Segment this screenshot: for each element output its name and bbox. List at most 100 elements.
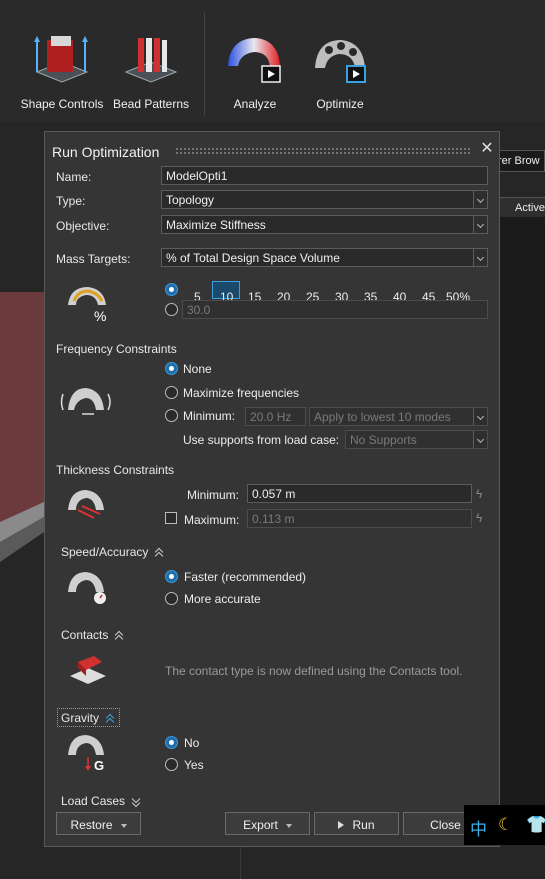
supports-value: No Supports: [350, 433, 417, 447]
load-cases-section-header[interactable]: Load Cases: [61, 794, 141, 808]
thickness-maximum-checkbox[interactable]: [165, 512, 177, 524]
speed-section-header[interactable]: Speed/Accuracy: [61, 545, 164, 559]
chevron-down-icon[interactable]: [473, 191, 487, 208]
gravity-yes-radio[interactable]: [165, 758, 178, 771]
type-label: Type:: [56, 194, 86, 208]
speed-faster-radio[interactable]: [165, 570, 178, 583]
frequency-section-header: Frequency Constraints: [56, 342, 177, 356]
restore-button-label: Restore: [70, 818, 113, 832]
mass-target-icon: %: [68, 287, 106, 324]
gravity-section-label: Gravity: [61, 711, 100, 725]
thickness-maximum-input[interactable]: 0.113 m: [247, 509, 472, 528]
analyze-tool[interactable]: Analyze: [209, 28, 301, 111]
chevron-up-icon[interactable]: [105, 713, 115, 723]
thickness-icon: [68, 490, 104, 519]
browser-column-active[interactable]: Active: [500, 197, 545, 217]
frequency-maximize-radio[interactable]: [165, 386, 178, 399]
frequency-modes-value: Apply to lowest 10 modes: [314, 410, 451, 424]
speed-accurate-label: More accurate: [184, 592, 261, 606]
play-icon: [338, 821, 345, 829]
shape-controls-icon: [34, 36, 89, 83]
speed-section-label: Speed/Accuracy: [61, 545, 149, 559]
gravity-icon: G: [68, 735, 104, 773]
ribbon-toolbar: Shape Controls Bead Patterns Analyze Opt…: [0, 0, 545, 122]
chevron-down-icon[interactable]: [473, 431, 487, 448]
caret-down-icon: [120, 823, 127, 828]
frequency-minimum-radio[interactable]: [165, 409, 178, 422]
ime-language-icon[interactable]: 中: [470, 815, 487, 840]
shape-controls-label: Shape Controls: [20, 97, 104, 111]
bead-patterns-label: Bead Patterns: [112, 97, 190, 111]
frequency-none-label: None: [183, 362, 212, 376]
optimize-tool[interactable]: Optimize: [294, 28, 386, 111]
name-input[interactable]: ModelOpti1: [161, 166, 488, 185]
export-button-label: Export: [243, 818, 278, 832]
browser-tab[interactable]: rer Brow: [495, 150, 545, 172]
lightning-icon[interactable]: ϟ: [476, 487, 482, 501]
optimize-icon: [315, 40, 366, 83]
gravity-section-header[interactable]: Gravity: [61, 711, 115, 725]
frequency-icon: [60, 388, 111, 415]
caret-down-icon: [285, 823, 292, 828]
supports-label: Use supports from load case:: [183, 433, 340, 447]
viewport-divider: [240, 842, 241, 879]
close-button-label: Close: [430, 818, 461, 832]
lightning-icon[interactable]: ϟ: [476, 511, 482, 525]
frequency-minimum-input[interactable]: 20.0 Hz: [245, 407, 306, 426]
ime-toolbar: 中 ☾ 👕: [464, 805, 545, 845]
contacts-note: The contact type is now defined using th…: [165, 664, 463, 678]
load-cases-section-label: Load Cases: [61, 794, 126, 808]
mass-custom-radio[interactable]: [165, 303, 178, 316]
contacts-section-header[interactable]: Contacts: [61, 628, 124, 642]
speed-accuracy-icon: [68, 572, 106, 604]
objective-label: Objective:: [56, 219, 110, 233]
analyze-label: Analyze: [233, 97, 277, 111]
svg-text:%: %: [94, 308, 106, 324]
browser-panel: [500, 217, 545, 807]
type-select[interactable]: Topology: [161, 190, 488, 209]
objective-value: Maximize Stiffness: [166, 218, 266, 232]
supports-select[interactable]: No Supports: [345, 430, 488, 449]
contacts-section-label: Contacts: [61, 628, 109, 642]
gravity-no-radio[interactable]: [165, 736, 178, 749]
shape-controls-tool[interactable]: Shape Controls: [16, 28, 108, 111]
mass-percent-radio[interactable]: [165, 283, 178, 296]
run-button[interactable]: Run: [314, 812, 399, 835]
thickness-minimum-label: Minimum:: [187, 488, 240, 502]
analyze-icon: [228, 38, 281, 83]
export-button[interactable]: Export: [225, 812, 310, 835]
frequency-modes-spinner[interactable]: Apply to lowest 10 modes: [309, 407, 488, 426]
close-icon[interactable]: ✕: [479, 141, 495, 157]
chevron-down-icon[interactable]: [473, 216, 487, 233]
frequency-maximize-label: Maximize frequencies: [183, 386, 300, 400]
optimize-label: Optimize: [316, 97, 364, 111]
speed-faster-label: Faster (recommended): [184, 570, 307, 584]
chevron-down-icon[interactable]: [131, 796, 141, 806]
name-label: Name:: [56, 170, 92, 184]
chevron-up-icon[interactable]: [154, 547, 164, 557]
thickness-minimum-input[interactable]: 0.057 m: [247, 484, 472, 503]
shirt-icon[interactable]: 👕: [526, 815, 545, 835]
restore-button[interactable]: Restore: [56, 812, 141, 835]
gravity-yes-label: Yes: [184, 758, 204, 772]
type-value: Topology: [166, 193, 215, 207]
dialog-drag-handle[interactable]: [175, 147, 471, 155]
mass-custom-input[interactable]: 30.0: [182, 300, 488, 319]
mass-targets-select[interactable]: % of Total Design Space Volume: [161, 248, 488, 267]
dialog-title: Run Optimization: [52, 144, 160, 160]
frequency-none-radio[interactable]: [165, 362, 178, 375]
chevron-down-icon[interactable]: [473, 249, 487, 266]
moon-icon[interactable]: ☾: [498, 815, 513, 835]
spinner-arrows-icon[interactable]: [473, 408, 487, 425]
speed-accurate-radio[interactable]: [165, 592, 178, 605]
chevron-up-icon[interactable]: [114, 630, 124, 640]
run-button-label: Run: [352, 818, 375, 832]
objective-select[interactable]: Maximize Stiffness: [161, 215, 488, 234]
gravity-no-label: No: [184, 736, 200, 750]
mass-targets-value: % of Total Design Space Volume: [166, 251, 340, 265]
mass-targets-label: Mass Targets:: [56, 252, 131, 266]
frequency-minimum-label: Minimum:: [183, 409, 236, 423]
bead-patterns-tool[interactable]: Bead Patterns: [105, 28, 197, 111]
bead-patterns-icon: [124, 38, 178, 83]
gravity-icon-letter: G: [94, 758, 104, 773]
